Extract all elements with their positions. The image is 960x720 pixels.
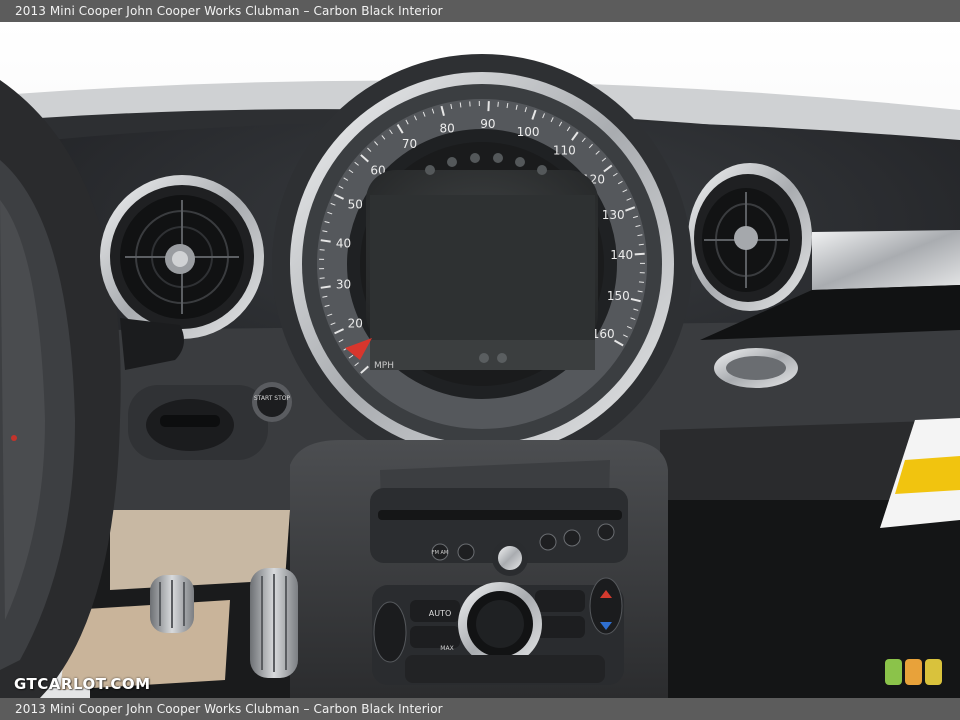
tile-yellow (925, 659, 942, 685)
caption-bar-bottom: 2013 Mini Cooper John Cooper Works Clubm… (0, 698, 960, 720)
dial-label: 50 (348, 197, 363, 211)
dial-label: 70 (402, 137, 417, 151)
dial-label: 150 (607, 289, 630, 303)
logo-tiles-icon (885, 659, 942, 685)
caption-bar-top: 2013 Mini Cooper John Cooper Works Clubm… (0, 0, 960, 22)
dial-minor-tick (459, 102, 462, 108)
right-air-vent (688, 163, 812, 311)
dial-label: 130 (602, 208, 625, 222)
speedometer-icon: 102030405060708090100110120130140150160 … (272, 54, 692, 474)
tile-orange (905, 659, 922, 685)
left-air-vent (100, 175, 264, 339)
dial-label: 40 (336, 237, 351, 251)
dial-label: 90 (480, 117, 495, 131)
watermark-text: GTCARLOT.COM (14, 675, 151, 693)
fm-am-button-label: FM AM (432, 550, 449, 556)
max-button-label: MAX (440, 645, 453, 652)
tile-green (885, 659, 902, 685)
dial-label: 30 (336, 277, 351, 291)
start-stop-label: START STOP (254, 395, 291, 402)
image-caption-bottom: 2013 Mini Cooper John Cooper Works Clubm… (15, 702, 443, 716)
dial-minor-tick (497, 101, 499, 107)
auto-button-label: AUTO (429, 609, 452, 618)
speed-unit-label: MPH (374, 361, 394, 371)
dial-label: 110 (553, 144, 576, 158)
watermark-logo: GTCARLOT.COM (14, 675, 151, 693)
dial-label: 100 (517, 125, 540, 139)
dial-minor-tick (638, 281, 645, 283)
dial-major-tick (634, 252, 645, 256)
dial-label: 80 (440, 121, 455, 135)
center-console: FM AM AUTO MAX (290, 440, 668, 698)
dial-label: 20 (348, 317, 363, 331)
image-caption-top: 2013 Mini Cooper John Cooper Works Clubm… (15, 4, 443, 18)
dial-label: 160 (592, 327, 615, 341)
dial-minor-tick (638, 243, 644, 246)
interior-photo: START STOP 10203040506070809010011012013… (0, 22, 960, 698)
dial-label: 140 (610, 248, 633, 262)
